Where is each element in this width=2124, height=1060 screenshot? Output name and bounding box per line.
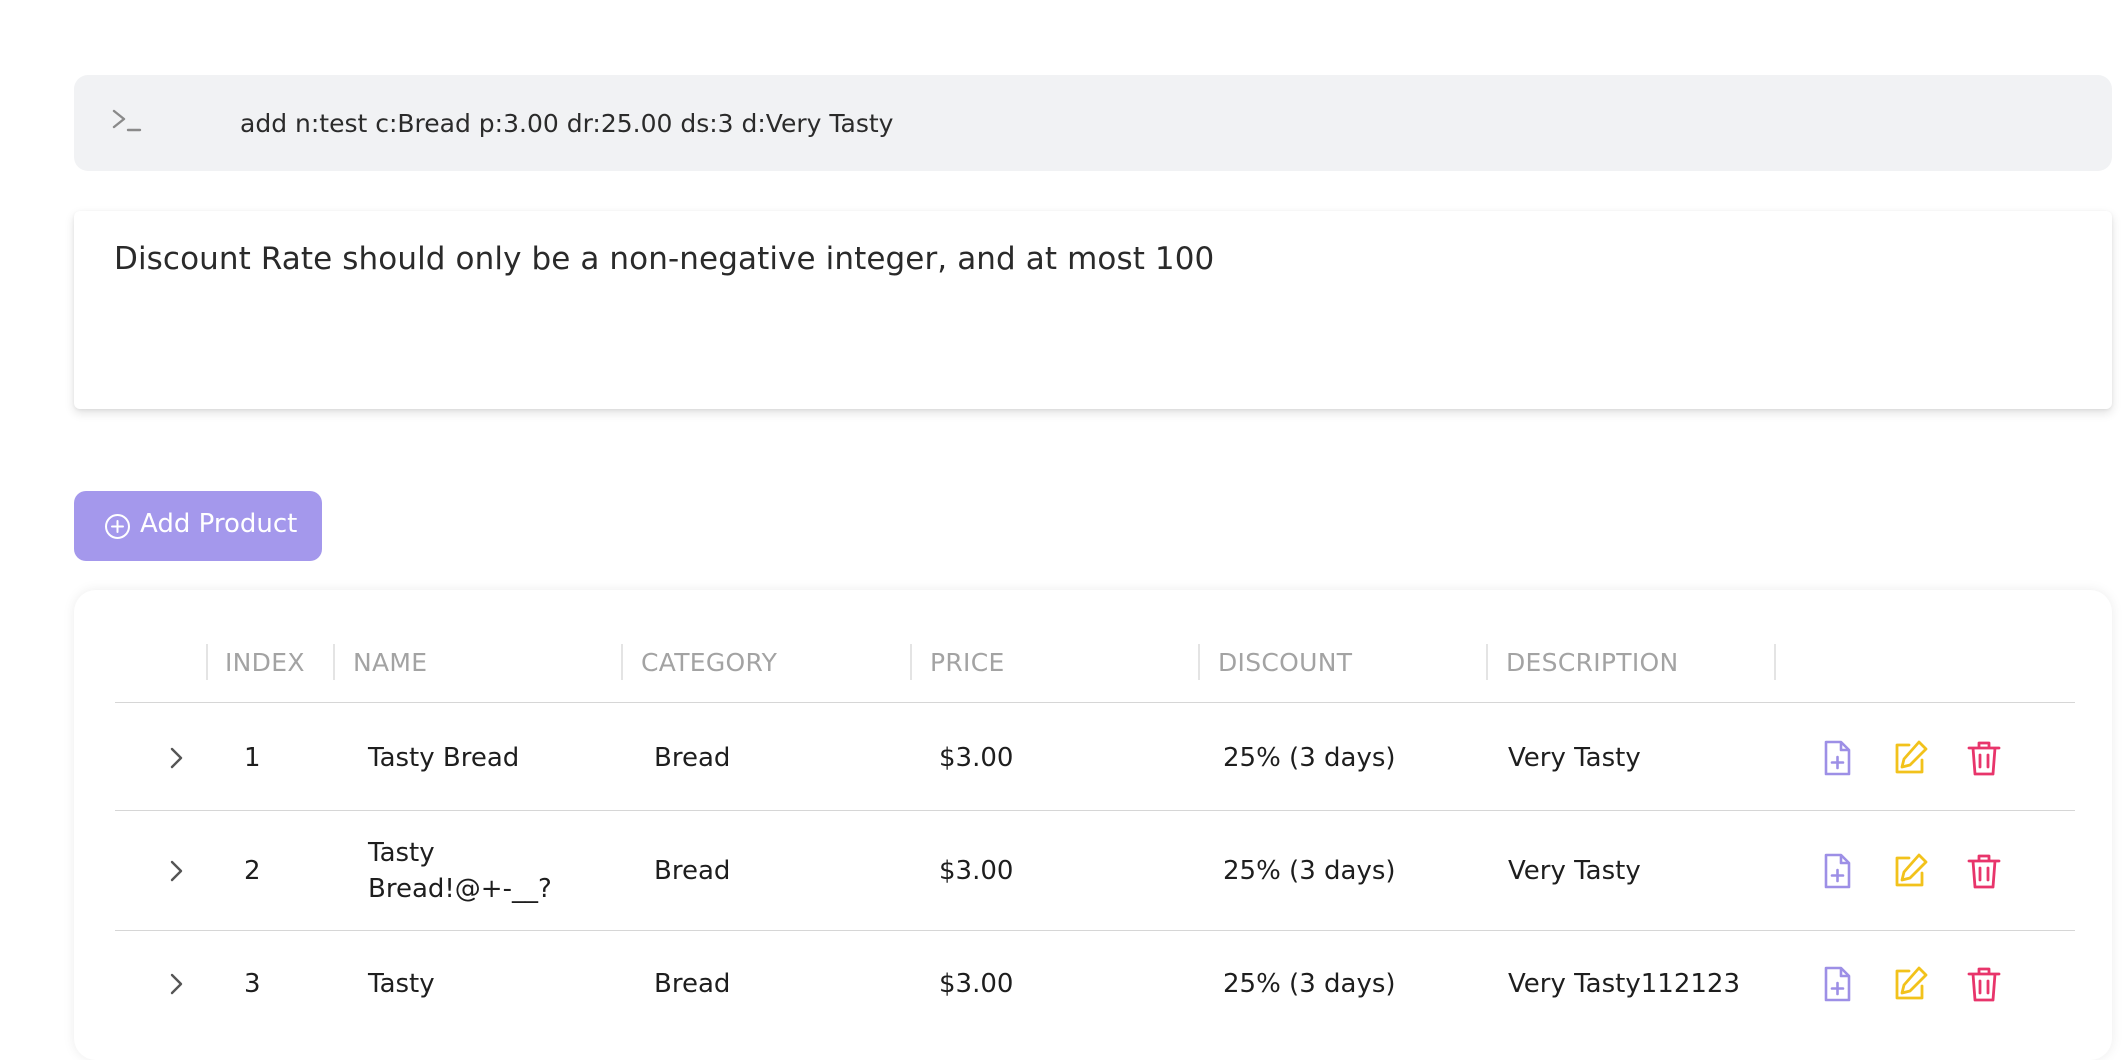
cell-category: Bread xyxy=(654,743,731,773)
plus-circle-icon xyxy=(105,514,130,539)
column-separator[interactable] xyxy=(206,644,208,680)
chevron-right-icon[interactable] xyxy=(164,972,188,996)
cell-name: Tasty xyxy=(368,838,435,868)
column-separator[interactable] xyxy=(1486,644,1488,680)
row-divider xyxy=(115,810,2075,811)
chevron-right-icon[interactable] xyxy=(164,859,188,883)
cell-category: Bread xyxy=(654,856,731,886)
add-product-button[interactable]: Add Product xyxy=(74,491,322,561)
column-header-description[interactable]: DESCRIPTION xyxy=(1506,646,1679,680)
product-table: INDEX NAME CATEGORY PRICE DISCOUNT DESCR… xyxy=(74,590,2112,1060)
cell-discount: 25% (3 days) xyxy=(1223,856,1396,886)
cell-price: $3.00 xyxy=(939,743,1014,773)
add-file-icon[interactable] xyxy=(1818,965,1856,1003)
cell-index: 3 xyxy=(244,969,261,999)
column-header-price[interactable]: PRICE xyxy=(930,646,1005,680)
add-file-icon[interactable] xyxy=(1818,739,1856,777)
delete-icon[interactable] xyxy=(1965,965,2003,1003)
delete-icon[interactable] xyxy=(1965,852,2003,890)
cell-discount: 25% (3 days) xyxy=(1223,743,1396,773)
edit-icon[interactable] xyxy=(1891,852,1929,890)
column-header-discount[interactable]: DISCOUNT xyxy=(1218,646,1352,680)
column-header-index[interactable]: INDEX xyxy=(225,646,305,680)
command-bar[interactable] xyxy=(74,75,2112,171)
cell-name: Tasty xyxy=(368,969,435,999)
column-separator[interactable] xyxy=(333,644,335,680)
column-separator[interactable] xyxy=(1198,644,1200,680)
cell-category: Bread xyxy=(654,969,731,999)
add-file-icon[interactable] xyxy=(1818,852,1856,890)
cell-description: Very Tasty xyxy=(1508,856,1641,886)
delete-icon[interactable] xyxy=(1965,739,2003,777)
cell-discount: 25% (3 days) xyxy=(1223,969,1396,999)
result-message: Discount Rate should only be a non-negat… xyxy=(114,241,1215,277)
column-separator[interactable] xyxy=(621,644,623,680)
edit-icon[interactable] xyxy=(1891,739,1929,777)
terminal-icon xyxy=(112,109,142,132)
cell-index: 1 xyxy=(244,743,261,773)
cell-index: 2 xyxy=(244,856,261,886)
command-input[interactable] xyxy=(240,97,2080,149)
cell-name: Bread!@+-__? xyxy=(368,874,552,904)
cell-price: $3.00 xyxy=(939,856,1014,886)
cell-price: $3.00 xyxy=(939,969,1014,999)
column-separator[interactable] xyxy=(1774,644,1776,680)
add-product-label: Add Product xyxy=(140,509,298,539)
column-separator[interactable] xyxy=(910,644,912,680)
cell-description: Very Tasty xyxy=(1508,743,1641,773)
result-display: Discount Rate should only be a non-negat… xyxy=(74,211,2112,409)
header-divider xyxy=(115,702,2075,703)
cell-description: Very Tasty112123 xyxy=(1508,969,1740,999)
row-divider xyxy=(115,930,2075,931)
chevron-right-icon[interactable] xyxy=(164,746,188,770)
column-header-name[interactable]: NAME xyxy=(353,646,427,680)
column-header-category[interactable]: CATEGORY xyxy=(641,646,777,680)
cell-name: Tasty Bread xyxy=(368,743,520,773)
edit-icon[interactable] xyxy=(1891,965,1929,1003)
